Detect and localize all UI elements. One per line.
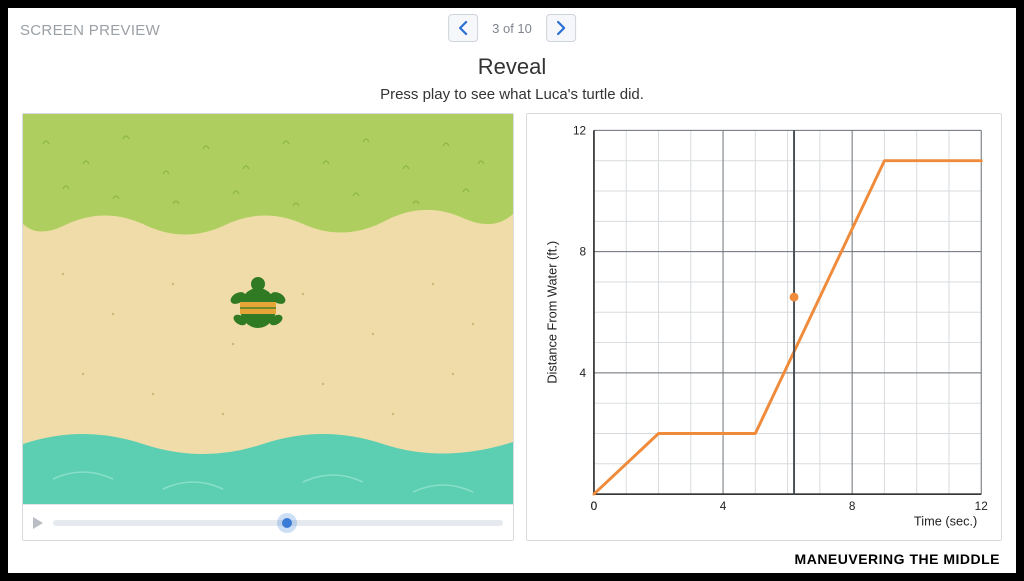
screen-preview-label: SCREEN PREVIEW	[20, 22, 160, 39]
chart-panel: 0481204812Time (sec.)Distance From Water…	[526, 113, 1002, 541]
beach-svg	[23, 114, 513, 504]
scrubber-thumb[interactable]	[277, 513, 297, 533]
next-button[interactable]	[546, 14, 576, 42]
svg-text:Time (sec.): Time (sec.)	[914, 514, 977, 529]
svg-text:4: 4	[580, 367, 587, 380]
svg-text:8: 8	[580, 246, 587, 259]
play-icon[interactable]	[33, 517, 43, 529]
beach-scene	[23, 114, 513, 504]
player-controls	[23, 504, 513, 540]
svg-text:12: 12	[573, 124, 586, 137]
chevron-right-icon	[556, 21, 566, 35]
panels-row: 0481204812Time (sec.)Distance From Water…	[8, 103, 1016, 541]
chart-svg: 0481204812Time (sec.)Distance From Water…	[533, 120, 995, 534]
svg-text:4: 4	[720, 500, 727, 513]
prev-button[interactable]	[448, 14, 478, 42]
animation-panel	[22, 113, 514, 541]
svg-text:12: 12	[975, 500, 988, 513]
pager: 3 of 10	[448, 14, 576, 42]
svg-text:Distance From Water (ft.): Distance From Water (ft.)	[545, 241, 560, 384]
page-subtitle: Press play to see what Luca's turtle did…	[8, 86, 1016, 103]
chevron-left-icon	[458, 21, 468, 35]
page-indicator: 3 of 10	[492, 21, 532, 36]
watermark-text: MANEUVERING THE MIDDLE	[795, 551, 1000, 567]
app-frame: SCREEN PREVIEW 3 of 10 Reveal Press play…	[0, 0, 1024, 581]
scrubber-track[interactable]	[53, 520, 503, 526]
svg-text:0: 0	[591, 500, 598, 513]
page-title: Reveal	[8, 54, 1016, 80]
header-bar: SCREEN PREVIEW 3 of 10	[8, 8, 1016, 46]
svg-text:8: 8	[849, 500, 856, 513]
